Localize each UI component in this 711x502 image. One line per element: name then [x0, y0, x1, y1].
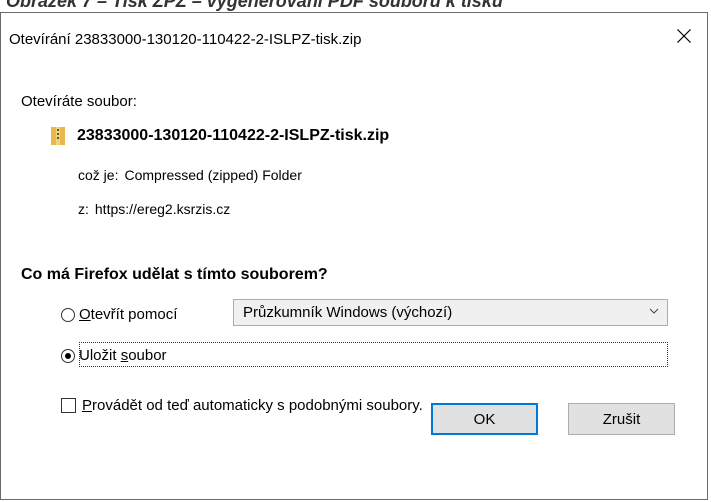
open-with-radio[interactable] — [61, 307, 75, 322]
application-select-value: Průzkumník Windows (výchozí) — [243, 304, 453, 321]
auto-action-label: Provádět od teď automaticky s podobnými … — [82, 397, 423, 414]
file-source-value: https://ereg2.ksrzis.cz — [94, 201, 231, 217]
opening-label: Otevíráte soubor: — [21, 93, 137, 110]
file-name: 23833000-130120-110422-2-ISLPZ-tisk.zip — [77, 127, 390, 144]
zip-folder-icon — [51, 127, 65, 145]
file-source-row: z: https://ereg2.ksrzis.cz — [78, 201, 230, 217]
dialog-titlebar[interactable]: Otevírání 23833000-130120-110422-2-ISLPZ… — [1, 13, 707, 63]
background-caption: Obrázek 7 – Tisk ZPZ – vygenerování PDF … — [6, 0, 503, 11]
save-file-option[interactable]: Uložit soubor — [61, 347, 167, 364]
open-file-dialog: Otevírání 23833000-130120-110422-2-ISLPZ… — [0, 12, 708, 500]
dialog-title: Otevírání 23833000-130120-110422-2-ISLPZ… — [9, 31, 362, 48]
file-source-key: z: — [78, 201, 89, 217]
auto-action-option[interactable]: Provádět od teď automaticky s podobnými … — [61, 397, 423, 414]
chevron-down-icon — [649, 305, 659, 319]
file-type-key: což je: — [78, 167, 119, 183]
dialog-content: Otevíráte soubor: 23833000-130120-110422… — [1, 63, 707, 451]
open-with-label: Otevřít pomocí — [79, 306, 178, 323]
save-file-radio[interactable] — [61, 348, 75, 363]
file-type-value: Compressed (zipped) Folder — [124, 167, 302, 183]
application-select[interactable]: Průzkumník Windows (výchozí) — [233, 299, 668, 326]
file-row: 23833000-130120-110422-2-ISLPZ-tisk.zip — [51, 127, 389, 145]
close-button[interactable] — [661, 13, 707, 59]
save-file-label: Uložit soubor — [79, 347, 167, 364]
open-with-option[interactable]: Otevřít pomocí — [61, 306, 177, 323]
auto-action-checkbox[interactable] — [61, 398, 76, 413]
action-question: Co má Firefox udělat s tímto souborem? — [21, 266, 328, 283]
file-type-row: což je: Compressed (zipped) Folder — [78, 167, 302, 183]
close-icon — [677, 29, 691, 43]
cancel-button[interactable]: Zrušit — [568, 403, 675, 435]
ok-button[interactable]: OK — [431, 403, 538, 435]
save-file-focus-rect — [79, 342, 668, 367]
